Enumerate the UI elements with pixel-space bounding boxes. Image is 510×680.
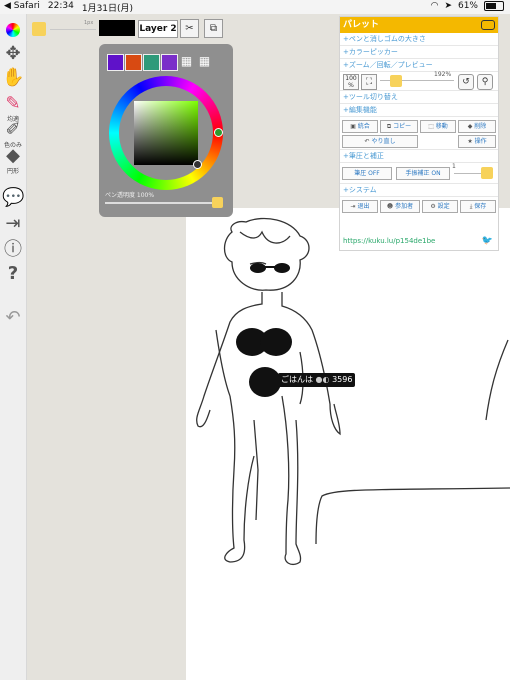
- save-button[interactable]: ⤓ 保存: [460, 200, 496, 213]
- saturation-square[interactable]: [134, 101, 198, 165]
- palette-swatch-4[interactable]: [161, 54, 178, 71]
- exit-door-icon: ⇥: [350, 203, 356, 210]
- section-zoom[interactable]: +ズーム／回転／プレビュー: [340, 59, 498, 72]
- layer-button[interactable]: Layer 2: [138, 20, 178, 38]
- merge-label: 統合: [357, 123, 370, 130]
- exit-button[interactable]: ⇥ 退出: [342, 200, 378, 213]
- zoom-value: 192%: [434, 71, 452, 78]
- operation-label: 操作: [474, 138, 487, 145]
- user-cursor-tag: ごはんは ●◐ 3596: [278, 373, 356, 387]
- current-color-swatch[interactable]: [32, 22, 46, 36]
- palette-title: パレット: [343, 20, 380, 30]
- palette-swatch-3[interactable]: [143, 54, 160, 71]
- move-button[interactable]: ⬚ 移動: [420, 120, 456, 133]
- copy-label: コピー: [393, 123, 412, 130]
- room-url-link[interactable]: https://kuku.lu/p154de1be: [343, 237, 435, 245]
- hand-correction-button[interactable]: 手振補正 ON: [396, 167, 450, 180]
- delete-button[interactable]: ◆ 削除: [458, 120, 496, 133]
- system-row: ⇥ 退出 ☻ 参加者 ⚙ 設定 ⤓ 保存: [340, 197, 498, 215]
- fit-screen-button[interactable]: ⛶: [361, 74, 377, 90]
- section-pressure[interactable]: +筆圧と補正: [340, 150, 498, 163]
- save-label: 保存: [474, 203, 487, 210]
- section-pen-size[interactable]: +ペンと消しゴムの大きさ: [340, 33, 498, 46]
- user-icon: ●◐: [315, 375, 330, 384]
- add-swatch-icon[interactable]: ▦: [179, 54, 194, 69]
- swatch-grid-icon[interactable]: ▦: [197, 54, 212, 69]
- gear-icon: ⚙: [430, 203, 436, 210]
- palette-panel: パレット +ペンと消しゴムの大きさ +カラーピッカー +ズーム／回転／プレビュー…: [339, 16, 499, 251]
- redo-button[interactable]: ↶ やり直し: [342, 135, 418, 148]
- correction-knob[interactable]: [481, 167, 493, 179]
- pen-size-label: 1px: [84, 20, 94, 26]
- secondary-color-swatch[interactable]: [99, 20, 135, 36]
- pen-opacity-knob[interactable]: [212, 197, 223, 208]
- layer-tools-button[interactable]: ✂: [180, 19, 199, 38]
- move-label: 移動: [435, 123, 448, 130]
- star-icon: ★: [467, 138, 473, 145]
- delete-label: 削除: [474, 123, 487, 130]
- color-square-knob[interactable]: [193, 160, 202, 169]
- correction-value: 1: [452, 163, 456, 170]
- download-icon: ⤓: [469, 203, 473, 210]
- hue-ring-knob[interactable]: [214, 128, 223, 137]
- correction-slider[interactable]: [454, 173, 484, 174]
- zoom-knob[interactable]: [390, 75, 402, 87]
- zoom-row: 100 % ⛶ 192% ↺ ⚲: [340, 71, 498, 91]
- layers-icon: ⧉: [209, 23, 218, 34]
- redo-label: やり直し: [371, 138, 396, 145]
- layer-settings-button[interactable]: ⧉: [204, 19, 223, 38]
- zoom-100-button[interactable]: 100 %: [343, 74, 359, 90]
- copy-icon: ⧉: [386, 123, 392, 130]
- magnifier-icon: ⚲: [481, 77, 489, 87]
- pen-opacity-label: ペン透明度 100%: [105, 192, 155, 199]
- participants-label: 参加者: [395, 203, 414, 210]
- move-layer-icon: ⬚: [428, 123, 434, 130]
- people-icon: ☻: [386, 203, 394, 210]
- fit-screen-icon: ⛶: [365, 77, 373, 87]
- section-color-picker[interactable]: +カラーピッカー: [340, 46, 498, 59]
- exit-label: 退出: [357, 203, 370, 210]
- merge-button[interactable]: ▣ 統合: [342, 120, 378, 133]
- palette-swatch-2[interactable]: [125, 54, 142, 71]
- pen-opacity-slider[interactable]: [105, 202, 221, 204]
- merge-icon: ▣: [350, 123, 356, 130]
- rotate-icon: ↺: [462, 77, 470, 87]
- pressure-off-button[interactable]: 筆圧 OFF: [342, 167, 392, 180]
- redo-icon: ↶: [364, 138, 370, 145]
- palette-toggle[interactable]: [481, 20, 495, 30]
- palette-swatch-1[interactable]: [107, 54, 124, 71]
- twitter-icon[interactable]: 🐦: [482, 236, 493, 246]
- participants-button[interactable]: ☻ 参加者: [380, 200, 420, 213]
- cursor-tag-text: ごはんは: [281, 375, 313, 384]
- preview-button[interactable]: ⚲: [477, 74, 493, 90]
- copy-button[interactable]: ⧉ コピー: [380, 120, 418, 133]
- settings-button[interactable]: ⚙ 設定: [422, 200, 458, 213]
- palette-header: パレット: [340, 17, 498, 33]
- zoom-100-label: 100: [345, 75, 357, 82]
- pressure-row: 筆圧 OFF 手振補正 ON 1: [340, 163, 498, 184]
- settings-label: 設定: [437, 203, 450, 210]
- pen-size-slider[interactable]: [50, 29, 96, 30]
- scissors-icon: ✂: [185, 23, 194, 34]
- color-picker-panel: ▦ ▦ ペン透明度 100%: [99, 44, 233, 217]
- operation-button[interactable]: ★ 操作: [458, 135, 496, 148]
- section-system[interactable]: +システム: [340, 184, 498, 197]
- zoom-100-sub: %: [348, 82, 354, 89]
- delete-icon: ◆: [467, 123, 473, 130]
- section-edit[interactable]: +編集機能: [340, 104, 498, 117]
- edit-row: ▣ 統合 ⧉ コピー ⬚ 移動 ◆ 削除 ↶ やり直し ★ 操作: [340, 117, 498, 150]
- cursor-tag-number: 3596: [332, 375, 353, 384]
- section-tool-switch[interactable]: +ツール切り替え: [340, 91, 498, 104]
- rotate-reset-button[interactable]: ↺: [458, 74, 474, 90]
